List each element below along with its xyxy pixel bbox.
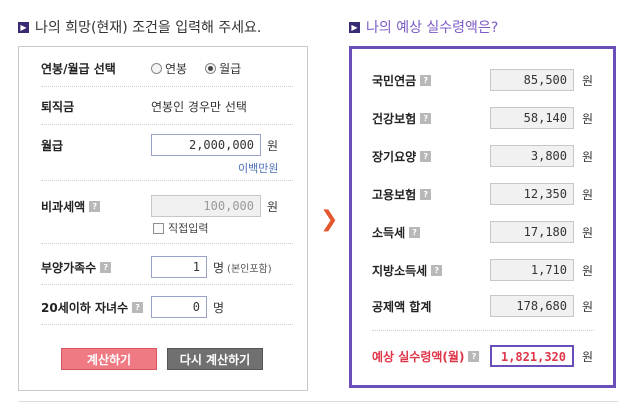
help-icon[interactable]: ? xyxy=(431,264,443,276)
net-pay-label: 예상 실수령액(월)? xyxy=(372,348,490,365)
divider xyxy=(41,124,293,125)
result-value: 17,180 xyxy=(490,221,574,243)
result-value: 1,710 xyxy=(490,259,574,281)
result-label: 장기요양? xyxy=(372,148,490,165)
salary-type-label: 연봉/월급 선택 xyxy=(41,61,116,76)
monthly-pay-hint: 이백만원 xyxy=(238,162,279,175)
non-taxable-label: 비과세액 ? xyxy=(41,198,151,215)
radio-monthly-circle[interactable] xyxy=(205,62,217,74)
result-label: 공제액 합계 xyxy=(372,299,432,314)
help-icon[interactable]: ? xyxy=(100,261,112,273)
divider xyxy=(41,180,293,181)
radio-monthly[interactable]: 월급 xyxy=(205,60,241,77)
result-unit: 원 xyxy=(582,263,594,278)
help-icon[interactable]: ? xyxy=(89,200,101,212)
dependents-row: 부양가족수 ? 1 명 (본인포함) xyxy=(41,256,289,278)
dependents-input[interactable]: 1 xyxy=(151,256,207,278)
result-label: 지방소득세? xyxy=(372,262,490,279)
help-icon[interactable]: ? xyxy=(409,226,421,238)
help-icon[interactable]: ? xyxy=(420,188,432,200)
divider xyxy=(41,324,293,325)
radio-annual[interactable]: 연봉 xyxy=(151,60,187,77)
children-row: 20세이하 자녀수 ? 0 명 xyxy=(41,296,289,318)
radio-annual-circle[interactable] xyxy=(151,62,162,74)
non-taxable-row: 비과세액 ? 100,000 원 xyxy=(41,195,289,217)
section-marker-icon: ▶ xyxy=(18,21,29,33)
help-icon[interactable]: ? xyxy=(420,112,432,124)
checkbox-box[interactable] xyxy=(153,222,164,234)
divider xyxy=(41,86,293,87)
children-input[interactable]: 0 xyxy=(151,296,207,318)
result-label: 국민연금? xyxy=(372,72,490,89)
monthly-pay-input[interactable]: 2,000,000 xyxy=(151,134,261,156)
result-row: 지방소득세? 1,710 원 xyxy=(372,259,597,281)
section-marker-icon: ▶ xyxy=(349,21,360,33)
result-unit: 원 xyxy=(582,149,594,164)
divider xyxy=(41,243,293,244)
result-value: 178,680 xyxy=(490,295,574,317)
non-taxable-input[interactable]: 100,000 xyxy=(151,195,261,217)
result-unit: 원 xyxy=(582,299,594,314)
bottom-divider xyxy=(18,401,618,402)
result-value: 12,350 xyxy=(490,183,574,205)
result-label: 고용보험? xyxy=(372,186,490,203)
net-pay-row: 예상 실수령액(월)? 1,821,320 원 xyxy=(372,345,597,367)
dependents-note: (본인포함) xyxy=(227,263,272,275)
result-label: 소득세? xyxy=(372,224,490,241)
monthly-pay-label: 월급 xyxy=(41,138,64,153)
result-row: 고용보험? 12,350 원 xyxy=(372,183,597,205)
result-row: 건강보험? 58,140 원 xyxy=(372,107,597,129)
right-section-title: ▶ 나의 예상 실수령액은? xyxy=(349,17,498,37)
manual-input-checkbox[interactable]: 직접입력 xyxy=(153,220,208,236)
result-value: 58,140 xyxy=(490,107,574,129)
chevron-right-icon: ❯ xyxy=(320,207,339,232)
result-row: 국민연금? 85,500 원 xyxy=(372,69,597,91)
input-panel: 연봉/월급 선택 연봉 월급 퇴직금 연봉인 경우만 선택 월급 2,000,0… xyxy=(18,46,308,391)
monthly-pay-row: 월급 2,000,000 원 xyxy=(41,134,289,156)
dependents-label: 부양가족수 ? xyxy=(41,259,151,276)
divider xyxy=(372,330,594,331)
severance-row: 퇴직금 연봉인 경우만 선택 xyxy=(41,95,289,117)
result-row: 공제액 합계 178,680 원 xyxy=(372,295,597,317)
result-label: 건강보험? xyxy=(372,110,490,127)
result-row: 소득세? 17,180 원 xyxy=(372,221,597,243)
calculate-button[interactable]: 계산하기 xyxy=(61,348,157,370)
result-value: 3,800 xyxy=(490,145,574,167)
net-pay-unit: 원 xyxy=(582,349,594,364)
salary-type-row: 연봉/월급 선택 연봉 월급 xyxy=(41,57,289,79)
divider xyxy=(41,284,293,285)
result-value: 85,500 xyxy=(490,69,574,91)
help-icon[interactable]: ? xyxy=(468,350,480,362)
result-row: 장기요양? 3,800 원 xyxy=(372,145,597,167)
recalculate-button[interactable]: 다시 계산하기 xyxy=(167,348,263,370)
help-icon[interactable]: ? xyxy=(420,150,432,162)
severance-note: 연봉인 경우만 선택 xyxy=(151,99,247,114)
net-pay-value: 1,821,320 xyxy=(490,345,574,367)
result-unit: 원 xyxy=(582,187,594,202)
severance-label: 퇴직금 xyxy=(41,99,75,114)
result-unit: 원 xyxy=(582,73,594,88)
result-unit: 원 xyxy=(582,111,594,126)
result-unit: 원 xyxy=(582,225,594,240)
left-section-title: ▶ 나의 희망(현재) 조건을 입력해 주세요. xyxy=(18,17,261,37)
children-label: 20세이하 자녀수 ? xyxy=(41,299,151,316)
result-panel: 국민연금? 85,500 원 건강보험? 58,140 원 장기요양? 3,800 원 고용보험?… xyxy=(349,46,616,388)
help-icon[interactable]: ? xyxy=(132,301,144,313)
help-icon[interactable]: ? xyxy=(420,74,432,86)
